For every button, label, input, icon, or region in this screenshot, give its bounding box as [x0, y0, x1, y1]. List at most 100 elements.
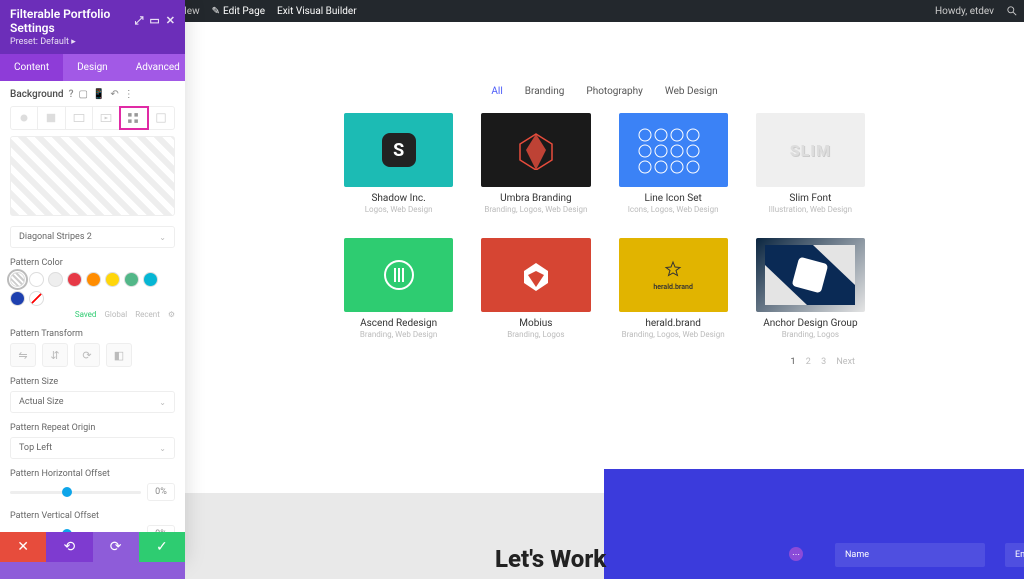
- flip-horizontal-button[interactable]: ⇋: [10, 343, 36, 367]
- portfolio-card[interactable]: herald.brand herald.brand Branding, Logo…: [619, 238, 728, 339]
- email-placeholder: Email Address: [1015, 550, 1024, 560]
- page-3[interactable]: 3: [821, 357, 826, 367]
- swatch-5[interactable]: [105, 272, 120, 287]
- page-1[interactable]: 1: [791, 357, 796, 367]
- howdy-user[interactable]: Howdy, etdev: [929, 0, 1000, 22]
- h-offset-value[interactable]: 0%: [147, 483, 175, 501]
- module-hover-handle[interactable]: ⋯: [789, 547, 803, 561]
- v-offset-slider[interactable]: [10, 527, 141, 532]
- panel-header: Filterable Portfolio Settings ⤢ ▭ ✕ Pres…: [0, 0, 185, 54]
- palette-saved-tab[interactable]: Saved: [75, 310, 97, 319]
- snap-icon[interactable]: ▭: [149, 14, 159, 28]
- undo-button[interactable]: ⟲: [46, 532, 92, 562]
- palette-recent-tab[interactable]: Recent: [135, 310, 160, 319]
- edit-page-link[interactable]: ✎Edit Page: [206, 0, 271, 22]
- portfolio-card[interactable]: SLIM Slim Font Illustration, Web Design: [756, 113, 865, 214]
- redo-button[interactable]: ⟳: [93, 532, 139, 562]
- pattern-style-select[interactable]: Diagonal Stripes 2 ⌄: [10, 226, 175, 248]
- h-offset-slider[interactable]: [10, 485, 141, 499]
- page-2[interactable]: 2: [806, 357, 811, 367]
- bg-tab-video[interactable]: [93, 107, 120, 129]
- palette-settings-icon[interactable]: ⚙: [168, 310, 175, 319]
- portfolio-grid: S Shadow Inc. Logos, Web Design Umbra Br…: [340, 113, 869, 339]
- filter-webdesign[interactable]: Web Design: [665, 86, 718, 97]
- settings-panel: Filterable Portfolio Settings ⤢ ▭ ✕ Pres…: [0, 0, 185, 562]
- card-category: Illustration, Web Design: [756, 205, 865, 214]
- swatch-transparent[interactable]: [10, 272, 25, 287]
- portfolio-filters: All Branding Photography Web Design: [340, 86, 869, 97]
- search-toggle[interactable]: [1000, 0, 1024, 22]
- swatch-3[interactable]: [67, 272, 82, 287]
- card-category: Branding, Logos, Web Design: [619, 330, 728, 339]
- discard-button[interactable]: ✕: [0, 532, 46, 562]
- responsive-icon[interactable]: ▢: [78, 89, 87, 100]
- tab-content[interactable]: Content: [0, 54, 63, 81]
- invert-button[interactable]: ◧: [106, 343, 132, 367]
- howdy-label: Howdy, etdev: [935, 6, 994, 17]
- filter-branding[interactable]: Branding: [525, 86, 565, 97]
- pattern-size-select[interactable]: Actual Size ⌄: [10, 391, 175, 413]
- card-thumb: [619, 113, 728, 187]
- panel-title-text: Filterable Portfolio Settings: [10, 7, 135, 35]
- tab-advanced[interactable]: Advanced: [122, 54, 194, 81]
- repeat-origin-select[interactable]: Top Left ⌄: [10, 437, 175, 459]
- expand-icon[interactable]: ⤢: [135, 14, 144, 28]
- footer-heading: Let's Work: [495, 545, 606, 573]
- color-swatches: [10, 272, 175, 306]
- exit-vb-link[interactable]: Exit Visual Builder: [271, 0, 363, 22]
- name-input[interactable]: Name: [835, 543, 985, 567]
- hover-icon[interactable]: ↶: [110, 89, 118, 100]
- card-thumb: SLIM: [756, 113, 865, 187]
- phone-icon[interactable]: 📱: [93, 89, 105, 100]
- tab-design[interactable]: Design: [63, 54, 122, 81]
- v-offset-value[interactable]: 0%: [147, 525, 175, 532]
- preset-select[interactable]: Preset: Default ▸: [10, 37, 175, 47]
- edit-page-label: Edit Page: [223, 6, 265, 17]
- card-title: Mobius: [481, 318, 590, 329]
- close-panel-icon[interactable]: ✕: [166, 14, 175, 28]
- help-icon[interactable]: ?: [69, 89, 74, 100]
- portfolio-card[interactable]: Anchor Design Group Branding, Logos: [756, 238, 865, 339]
- filter-photography[interactable]: Photography: [586, 86, 643, 97]
- chevron-down-icon: ⌄: [159, 398, 166, 407]
- portfolio-card[interactable]: Ascend Redesign Branding, Web Design: [344, 238, 453, 339]
- portfolio-module: All Branding Photography Web Design S Sh…: [340, 72, 869, 397]
- pattern-preview: [10, 136, 175, 216]
- card-title: Shadow Inc.: [344, 193, 453, 204]
- swatch-4[interactable]: [86, 272, 101, 287]
- bg-tab-color[interactable]: [11, 107, 38, 129]
- bg-tab-mask[interactable]: [148, 107, 174, 129]
- bg-tab-gradient[interactable]: [38, 107, 65, 129]
- swatch-6[interactable]: [124, 272, 139, 287]
- card-thumb: S: [344, 113, 453, 187]
- portfolio-card[interactable]: Line Icon Set Icons, Logos, Web Design: [619, 113, 728, 214]
- swatch-none[interactable]: [29, 291, 44, 306]
- portfolio-card[interactable]: Umbra Branding Branding, Logos, Web Desi…: [481, 113, 590, 214]
- more-icon[interactable]: ⋮: [124, 89, 134, 100]
- panel-body[interactable]: Background ? ▢ 📱 ↶ ⋮ Diagonal Stripes 2 …: [0, 81, 185, 532]
- search-icon: [1006, 5, 1018, 17]
- v-offset-label: Pattern Vertical Offset: [10, 511, 175, 521]
- card-title: Umbra Branding: [481, 193, 590, 204]
- save-button[interactable]: ✓: [139, 532, 185, 562]
- pattern-transform-label: Pattern Transform: [10, 329, 175, 339]
- flip-vertical-button[interactable]: ⇵: [42, 343, 68, 367]
- swatch-2[interactable]: [48, 272, 63, 287]
- h-offset-label: Pattern Horizontal Offset: [10, 469, 175, 479]
- page-preview: All Branding Photography Web Design S Sh…: [185, 22, 1024, 579]
- rotate-button[interactable]: ⟳: [74, 343, 100, 367]
- portfolio-card[interactable]: Mobius Branding, Logos: [481, 238, 590, 339]
- swatch-1[interactable]: [29, 272, 44, 287]
- swatch-8[interactable]: [10, 291, 25, 306]
- card-thumb: [756, 238, 865, 312]
- bg-tab-image[interactable]: [66, 107, 93, 129]
- page-next[interactable]: Next: [836, 357, 855, 367]
- palette-global-tab[interactable]: Global: [104, 310, 127, 319]
- swatch-7[interactable]: [143, 272, 158, 287]
- bg-tab-pattern[interactable]: [120, 107, 147, 129]
- pencil-icon: ✎: [212, 6, 220, 17]
- email-input[interactable]: Email Address: [1005, 543, 1024, 567]
- portfolio-card[interactable]: S Shadow Inc. Logos, Web Design: [344, 113, 453, 214]
- panel-bottom-strip: [0, 562, 185, 579]
- filter-all[interactable]: All: [491, 86, 502, 97]
